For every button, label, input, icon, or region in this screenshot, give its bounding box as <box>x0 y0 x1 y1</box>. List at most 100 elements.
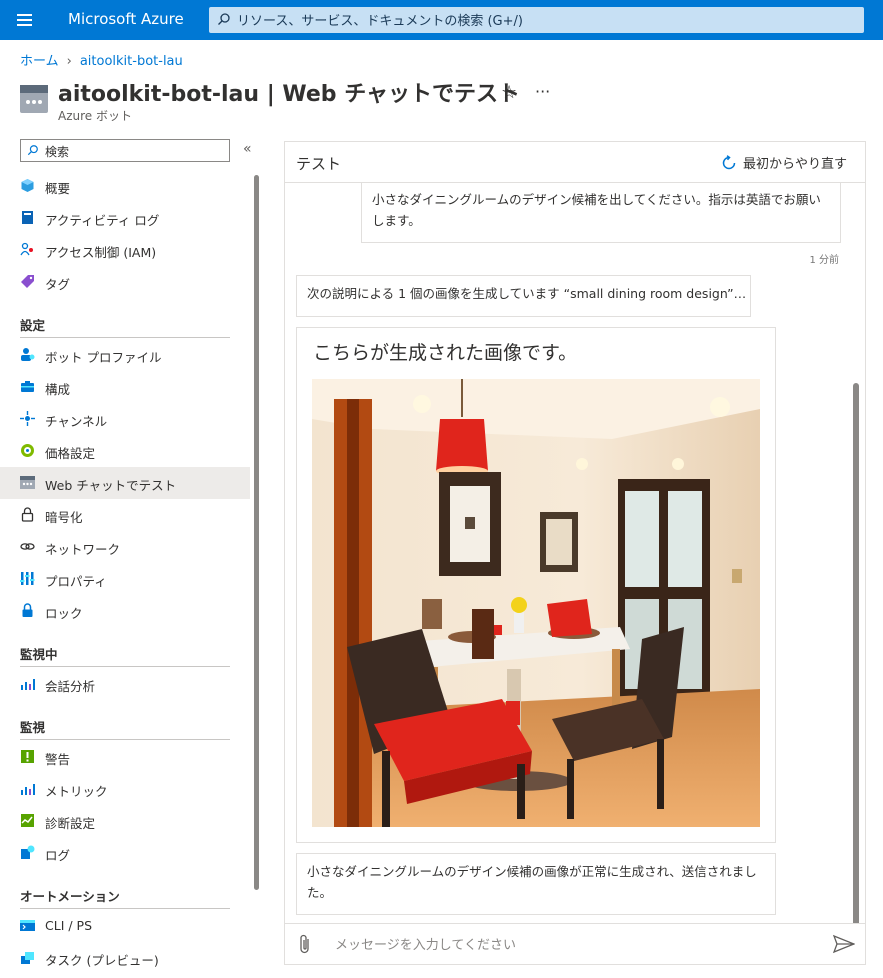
nav-item-label: チャンネル <box>45 414 108 429</box>
nav-item-networking[interactable]: ネットワーク <box>0 531 250 563</box>
restart-button[interactable]: 最初からやり直す <box>721 152 847 172</box>
log-book-icon <box>22 211 33 224</box>
nav-item-label: メトリック <box>45 784 108 799</box>
message-input[interactable] <box>333 934 807 956</box>
diagnostic-icon <box>21 814 34 827</box>
nav-item-properties[interactable]: プロパティ <box>0 563 250 595</box>
nav-item-label: 構成 <box>45 382 71 397</box>
chevron-right-icon: › <box>66 54 72 69</box>
nav-item-access-control[interactable]: アクセス制御 (IAM) <box>0 234 250 266</box>
nav-item-label: ログ <box>45 848 71 863</box>
nav-item-cli-ps[interactable]: CLI / PS <box>0 910 250 942</box>
nav-section-automation: オートメーション <box>20 889 120 904</box>
page-subtitle: Azure ボット <box>58 109 132 123</box>
nav-item-label: 価格設定 <box>45 446 96 461</box>
favorite-star-icon[interactable]: ☆ <box>501 82 517 103</box>
breadcrumb-home[interactable]: ホーム <box>20 54 59 69</box>
divider <box>20 739 230 740</box>
nav-item-encryption[interactable]: 暗号化 <box>0 499 250 531</box>
nav-item-label: ボット プロファイル <box>45 350 162 365</box>
properties-icon <box>20 572 35 585</box>
bot-resource-icon <box>20 476 35 489</box>
nav-search[interactable] <box>20 139 230 162</box>
global-search-input[interactable] <box>235 10 839 32</box>
briefcase-icon <box>21 381 34 392</box>
global-search[interactable] <box>209 7 864 33</box>
nav-item-label: 暗号化 <box>45 510 83 525</box>
alert-icon <box>21 750 34 763</box>
collapse-nav-icon[interactable]: « <box>243 141 252 157</box>
nav-scrollbar[interactable] <box>254 175 259 890</box>
nav-item-test-web-chat[interactable]: Web チャットでテスト <box>0 467 250 499</box>
nav-item-conversation-analytics[interactable]: 会話分析 <box>0 668 250 700</box>
nav-item-label: ネットワーク <box>45 542 121 557</box>
bot-image-card: こちらが生成された画像です。 <box>296 327 776 843</box>
nav-item-bot-profile[interactable]: ボット プロファイル <box>0 339 250 371</box>
refresh-icon <box>722 154 736 169</box>
nav-item-pricing[interactable]: 価格設定 <box>0 435 250 467</box>
bot-final-message-bubble: 小さなダイニングルームのデザイン候補の画像が正常に生成され、送信されました。 <box>296 853 776 915</box>
nav-item-locks[interactable]: ロック <box>0 595 250 627</box>
pricing-gauge-icon <box>21 444 34 457</box>
search-icon <box>27 145 38 156</box>
nav-item-diagnostic-settings[interactable]: 診断設定 <box>0 805 250 837</box>
search-icon <box>218 13 230 25</box>
nav-item-label: CLI / PS <box>45 918 93 933</box>
generated-dining-room-image[interactable] <box>312 379 760 827</box>
nav-item-label: 概要 <box>45 181 71 196</box>
metrics-chart-icon <box>21 784 35 795</box>
nav-section-settings: 設定 <box>20 318 46 333</box>
paperclip-icon[interactable] <box>297 933 313 955</box>
breadcrumb: ホーム › aitoolkit-bot-lau <box>20 50 183 69</box>
channels-icon <box>20 411 35 426</box>
nav-item-tasks-preview[interactable]: タスク (プレビュー) <box>0 942 250 974</box>
nav-section-monitoring-running: 監視中 <box>20 647 58 662</box>
user-message-text: 小さなダイニングルームのデザイン候補を出してください。指示は英語でお願いします。 <box>372 192 821 228</box>
tag-icon <box>21 275 34 288</box>
nav-item-activity-log[interactable]: アクティビティ ログ <box>0 202 250 234</box>
nav-item-label: 会話分析 <box>45 679 96 694</box>
nav-item-metrics[interactable]: メトリック <box>0 773 250 805</box>
brand-title[interactable]: Microsoft Azure <box>68 10 184 28</box>
nav-item-label: プロパティ <box>45 574 107 589</box>
nav-section-monitoring: 監視 <box>20 720 46 735</box>
message-composer <box>285 923 865 965</box>
bot-resource-icon <box>20 85 48 113</box>
more-options-icon[interactable]: ··· <box>535 82 550 101</box>
card-title: こちらが生成された画像です。 <box>313 342 578 364</box>
top-bar: Microsoft Azure <box>0 0 883 40</box>
bot-status-bubble: 次の説明による 1 個の画像を生成しています “small dining roo… <box>296 275 751 317</box>
link-icon <box>20 543 35 550</box>
breadcrumb-current[interactable]: aitoolkit-bot-lau <box>80 54 183 69</box>
nav-search-input[interactable] <box>43 142 227 161</box>
nav-item-label: Web チャットでテスト <box>45 478 177 493</box>
send-icon[interactable] <box>833 934 855 954</box>
nav-item-configuration[interactable]: 構成 <box>0 371 250 403</box>
logs-icon <box>21 845 35 859</box>
user-message-bubble: 小さなダイニングルームのデザイン候補を出してください。指示は英語でお願いします。 <box>361 183 841 243</box>
chat-transcript[interactable]: 小さなダイニングルームのデザイン候補を出してください。指示は英語でお願いします。… <box>285 183 865 923</box>
bot-final-text: 小さなダイニングルームのデザイン候補の画像が正常に生成され、送信されました。 <box>307 864 757 900</box>
nav-item-label: タスク (プレビュー) <box>45 953 159 968</box>
hamburger-menu-icon[interactable] <box>17 14 32 26</box>
terminal-icon <box>20 920 35 931</box>
nav-item-label: アクセス制御 (IAM) <box>45 245 157 260</box>
nav-item-channels[interactable]: チャンネル <box>0 403 250 435</box>
chat-title: テスト <box>296 155 342 173</box>
nav-item-logs[interactable]: ログ <box>0 837 250 869</box>
divider <box>20 666 230 667</box>
nav-item-overview[interactable]: 概要 <box>0 170 250 202</box>
chat-scrollbar[interactable] <box>853 383 859 923</box>
nav-item-label: アクティビティ ログ <box>45 213 160 228</box>
cube-icon <box>21 179 34 192</box>
nav-item-label: ロック <box>45 606 83 621</box>
page-title: aitoolkit-bot-lau | Web チャットでテスト <box>58 82 520 107</box>
nav-item-alerts[interactable]: 警告 <box>0 741 250 773</box>
nav-item-tags[interactable]: タグ <box>0 266 250 298</box>
tasks-icon <box>21 952 34 964</box>
analytics-chart-icon <box>21 679 35 690</box>
nav-item-label: 診断設定 <box>45 816 96 831</box>
people-icon <box>20 242 33 256</box>
nav-item-label: 警告 <box>45 752 71 767</box>
web-chat-panel: テスト 最初からやり直す 小さなダイニングルームのデザイン候補を出してください。… <box>284 141 866 965</box>
